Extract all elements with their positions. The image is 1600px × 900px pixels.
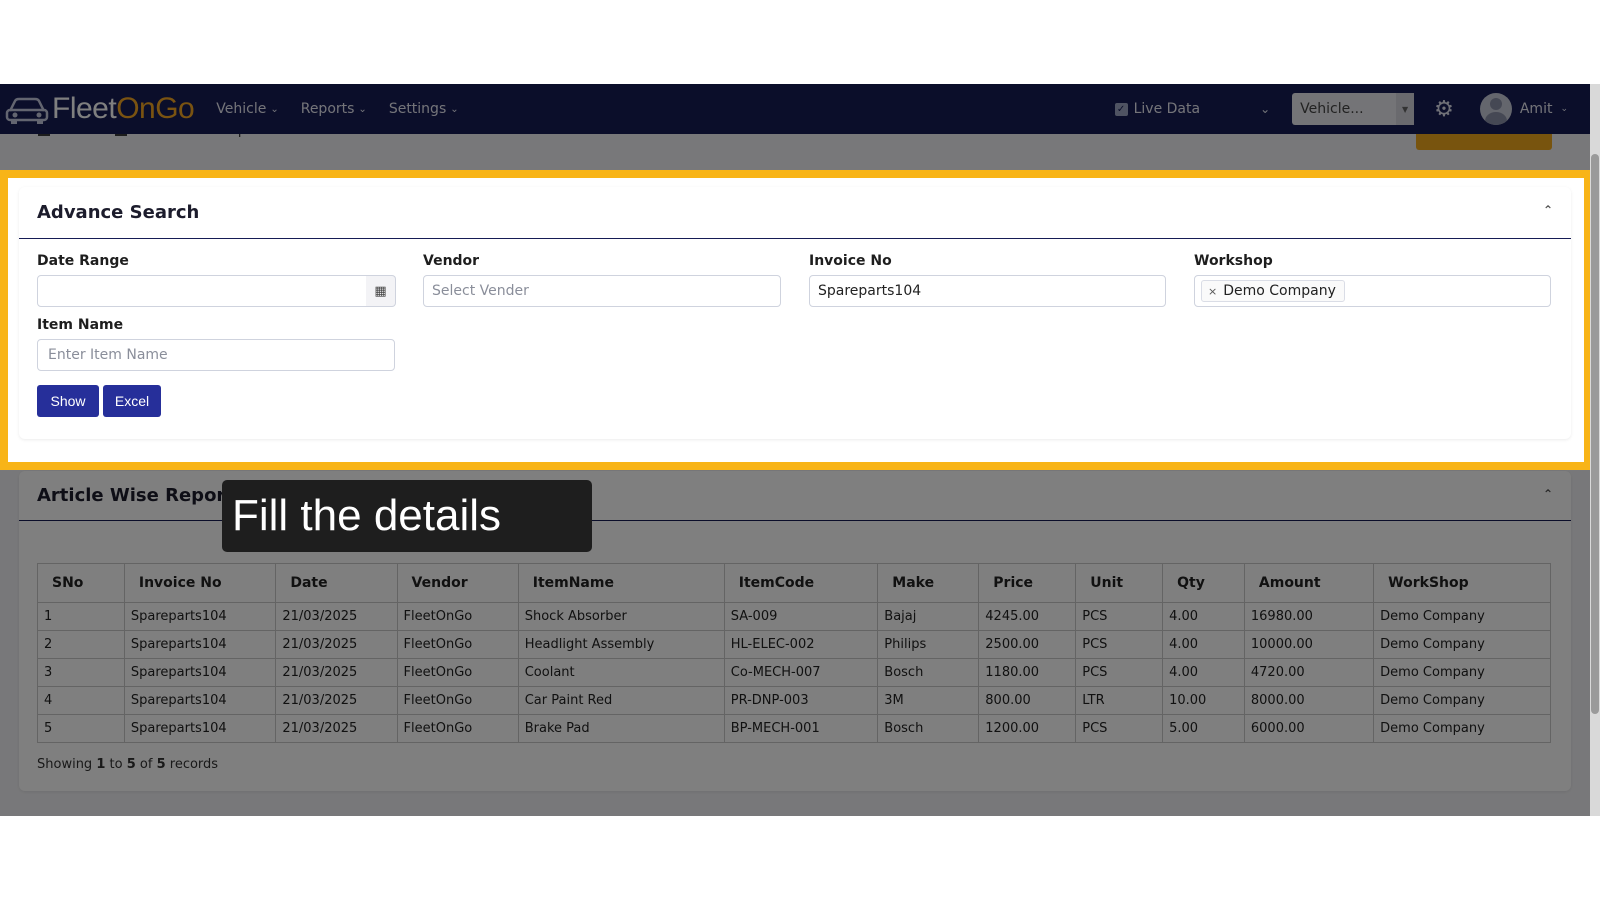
advance-search-title: Advance Search [37, 202, 200, 223]
item-name-label: Item Name [37, 317, 124, 333]
workshop-label: Workshop [1194, 253, 1273, 269]
invoice-no-input[interactable]: Spareparts104 [809, 275, 1166, 307]
scrollbar-thumb[interactable] [1591, 154, 1599, 714]
vendor-label: Vendor [423, 253, 480, 269]
instruction-tooltip: Fill the details [222, 480, 592, 552]
vertical-scrollbar[interactable] [1590, 84, 1600, 816]
chevron-up-icon[interactable]: ⌃ [1543, 203, 1553, 217]
advance-search-panel: Advance Search ⌃ Date Range ▦ Vendor Sel… [19, 187, 1571, 439]
workshop-tag: × Demo Company [1201, 280, 1345, 302]
app-viewport: Home › Article Wise Report Article Wise … [0, 84, 1590, 816]
workshop-multiselect[interactable]: × Demo Company [1194, 275, 1551, 307]
advance-search-header: Advance Search ⌃ [19, 187, 1571, 239]
invoice-no-label: Invoice No [809, 253, 892, 269]
vendor-select[interactable]: Select Vender [423, 275, 781, 307]
item-name-input[interactable]: Enter Item Name [37, 339, 395, 371]
workshop-tag-label: Demo Company [1223, 283, 1336, 299]
excel-button[interactable]: Excel [103, 385, 161, 417]
date-range-input[interactable] [37, 275, 367, 307]
date-range-label: Date Range [37, 253, 129, 269]
calendar-icon[interactable]: ▦ [366, 275, 396, 307]
show-button[interactable]: Show [37, 385, 99, 417]
close-icon[interactable]: × [1208, 285, 1217, 298]
